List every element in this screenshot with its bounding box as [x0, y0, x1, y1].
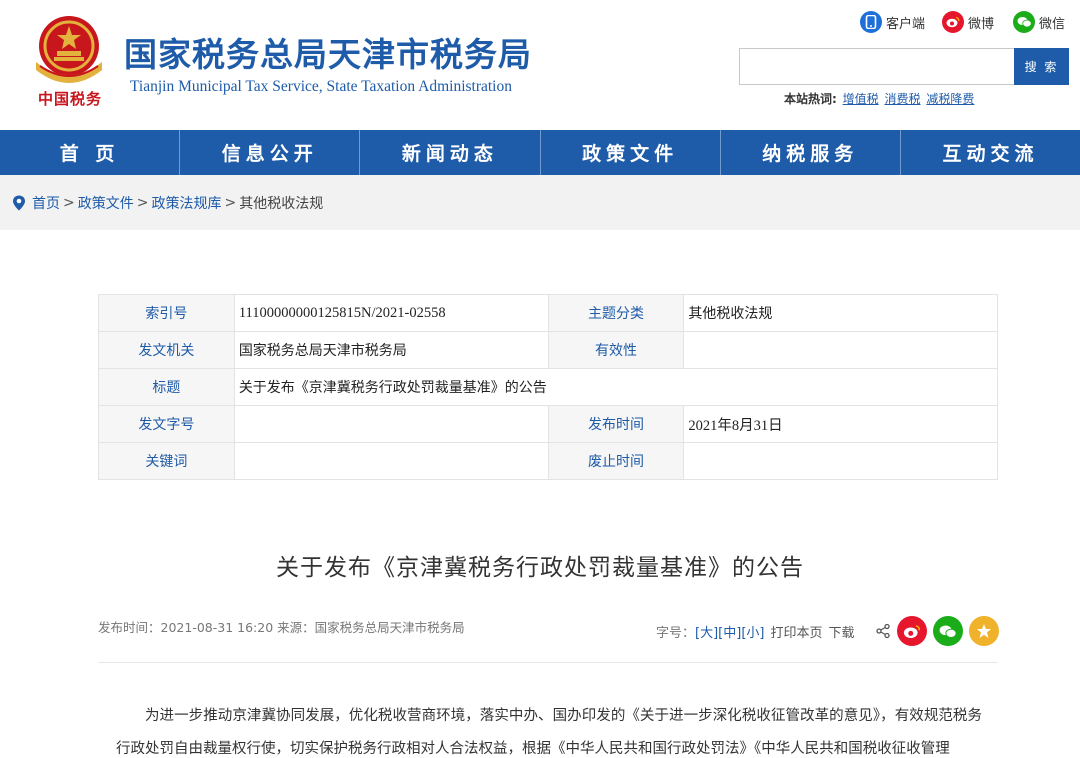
publish-date-label: 发布时间: [547, 405, 685, 443]
search-box: [739, 48, 1014, 85]
nav-item-tax-service[interactable]: 纳税服务: [721, 130, 901, 175]
title-label: 标题: [98, 368, 235, 406]
font-size-label: 字号：: [656, 625, 696, 641]
star-icon: [976, 624, 991, 638]
font-size-small[interactable]: [小]: [741, 622, 764, 641]
search-button[interactable]: 搜 索: [1014, 48, 1069, 85]
divider: [98, 662, 998, 663]
wechat-link[interactable]: 微信: [1013, 10, 1065, 34]
doc-number-label: 发文字号: [98, 405, 235, 443]
breadcrumb-home[interactable]: 首页: [32, 193, 60, 213]
weibo-link[interactable]: 微博: [942, 10, 994, 34]
weibo-label: 微博: [968, 16, 995, 32]
breadcrumb-separator: >: [224, 194, 237, 211]
breadcrumb-policy[interactable]: 政策文件: [78, 193, 134, 213]
hot-term-tax-reduction[interactable]: 减税降费: [926, 92, 974, 106]
nav-item-info-disclosure[interactable]: 信息公开: [180, 130, 361, 175]
index-value: 11100000000125815N/2021-02558: [233, 294, 549, 332]
title-value: 关于发布《京津冀税务行政处罚裁量基准》的公告: [233, 368, 999, 406]
table-row: 索引号 11100000000125815N/2021-02558 主题分类 其…: [98, 294, 998, 332]
issuer-value: 国家税务总局天津市税务局: [233, 331, 549, 369]
issuer-label: 发文机关: [98, 331, 235, 369]
site-header: 中国税务 国家税务总局天津市税务局 Tianjin Municipal Tax …: [0, 0, 1080, 130]
search-input[interactable]: [740, 49, 1014, 84]
share-favorite-button[interactable]: [968, 616, 999, 646]
wechat-icon: [939, 625, 957, 638]
print-button[interactable]: 打印本页: [770, 622, 822, 641]
breadcrumb-policy-library[interactable]: 政策法规库: [151, 193, 221, 213]
share-icon[interactable]: [875, 623, 891, 639]
breadcrumb-separator: >: [63, 194, 75, 211]
main-nav: 首 页 信息公开 新闻动态 政策文件 纳税服务 互动交流: [0, 130, 1080, 175]
keywords-value: [233, 442, 549, 480]
site-title: 国家税务总局天津市税务局: [124, 35, 532, 74]
publish-date-value: 2021年8月31日: [683, 405, 998, 443]
download-button[interactable]: 下载: [829, 622, 855, 641]
keywords-label: 关键词: [98, 442, 235, 480]
font-size-medium[interactable]: [中]: [718, 622, 741, 641]
nav-item-home[interactable]: 首 页: [0, 130, 181, 175]
site-subtitle: Tianjin Municipal Tax Service, State Tax…: [130, 78, 512, 95]
weibo-icon: [903, 624, 920, 638]
abolish-date-value: [683, 442, 998, 480]
wechat-icon: [1013, 11, 1035, 33]
location-pin-icon: [13, 195, 25, 210]
table-row: 标题 关于发布《京津冀税务行政处罚裁量基准》的公告: [98, 368, 999, 406]
article-tools: 字号： [大] [中] [小] 打印本页 下载: [656, 616, 999, 646]
abolish-date-label: 废止时间: [547, 442, 685, 480]
national-emblem-logo: [36, 16, 102, 83]
article-meta: 发布时间：2021-08-31 16:20 来源：国家税务总局天津市税务局: [98, 620, 465, 635]
doc-number-value: [233, 405, 549, 443]
breadcrumb: 首页 > 政策文件 > 政策法规库 > 其他税收法规: [0, 175, 1080, 230]
brand-script-logo: 中国税务: [38, 90, 103, 108]
hot-terms-label: 本站热词:: [784, 92, 837, 106]
breadcrumb-separator: >: [136, 194, 149, 211]
validity-label: 有效性: [547, 331, 685, 369]
index-label: 索引号: [98, 294, 235, 332]
nav-item-interaction[interactable]: 互动交流: [901, 130, 1080, 175]
validity-value: [683, 331, 998, 369]
wechat-label: 微信: [1039, 16, 1066, 32]
document-info-table: 索引号 11100000000125815N/2021-02558 主题分类 其…: [98, 294, 999, 480]
article-body: 为进一步推动京津冀协同发展，优化税收营商环境，落实中办、国办印发的《关于进一步深…: [116, 708, 982, 757]
nav-item-news[interactable]: 新闻动态: [360, 130, 541, 175]
topic-value: 其他税收法规: [683, 294, 998, 332]
nav-item-policy[interactable]: 政策文件: [541, 130, 721, 175]
hot-term-consumption-tax[interactable]: 消费税: [884, 92, 920, 106]
table-row: 发文机关 国家税务总局天津市税务局 有效性: [98, 331, 998, 369]
client-app-label: 客户端: [886, 16, 926, 32]
table-row: 关键词 废止时间: [98, 442, 998, 480]
share-wechat-button[interactable]: [932, 616, 963, 646]
table-row: 发文字号 发布时间 2021年8月31日: [98, 405, 998, 443]
client-app-link[interactable]: 客户端: [860, 10, 925, 34]
breadcrumb-current: 其他税收法规: [239, 195, 324, 212]
share-weibo-button[interactable]: [896, 616, 927, 646]
hot-term-vat[interactable]: 增值税: [843, 92, 879, 106]
topic-label: 主题分类: [547, 294, 685, 332]
hot-terms: 本站热词: 增值税 消费税 减税降费: [784, 90, 974, 107]
article-title: 关于发布《京津冀税务行政处罚裁量基准》的公告: [276, 555, 804, 581]
font-size-large[interactable]: [大]: [695, 622, 718, 641]
weibo-icon: [942, 11, 964, 33]
mobile-client-icon: [860, 11, 882, 33]
